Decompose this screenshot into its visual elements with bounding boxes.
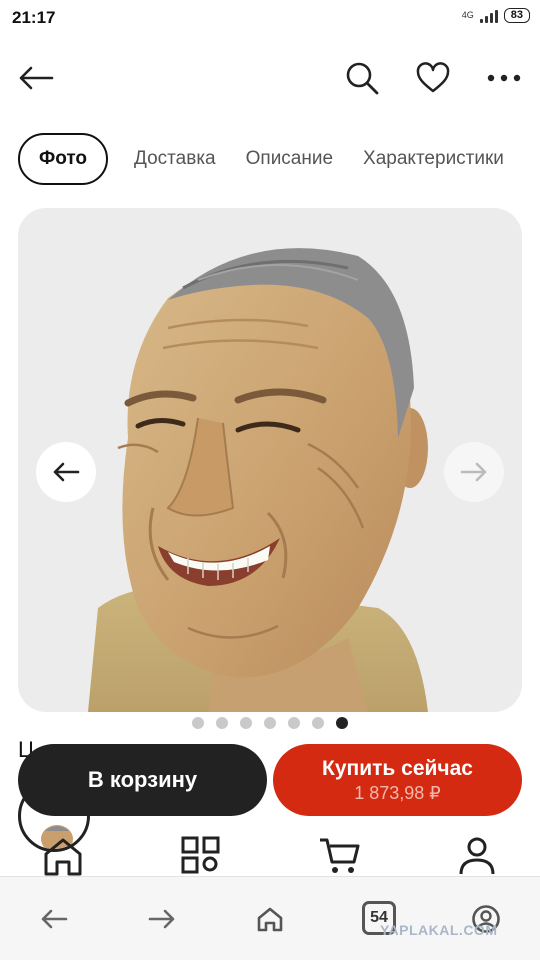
more-dots-icon — [487, 74, 521, 82]
tab-photo[interactable]: Фото — [18, 133, 109, 185]
profile-icon — [459, 837, 495, 875]
pagination-dot[interactable] — [216, 717, 228, 729]
status-indicators: 4G 83 — [462, 8, 530, 23]
arrow-left-icon — [41, 909, 68, 929]
buy-now-label: Купить сейчас — [322, 756, 473, 780]
back-button[interactable] — [14, 56, 58, 100]
arrow-right-icon — [460, 462, 487, 482]
gallery-next-button[interactable] — [444, 442, 504, 502]
tab-description[interactable]: Описание — [242, 148, 337, 170]
gallery-prev-button[interactable] — [36, 442, 96, 502]
app-header — [0, 44, 540, 114]
pagination-dot[interactable] — [264, 717, 276, 729]
browser-home-button[interactable] — [250, 899, 290, 939]
buy-now-button[interactable]: Купить сейчас 1 873,98 ₽ — [273, 744, 522, 816]
pagination-dot-active[interactable] — [336, 717, 348, 729]
catalog-icon — [181, 836, 220, 874]
gallery-pagination — [0, 717, 540, 729]
tab-specifications[interactable]: Характеристики — [359, 148, 508, 170]
section-tabs: Фото Доставка Описание Характеристики — [18, 132, 540, 186]
pagination-dot[interactable] — [288, 717, 300, 729]
add-to-cart-button[interactable]: В корзину — [18, 744, 267, 816]
home-icon — [257, 907, 283, 932]
product-gallery[interactable] — [18, 208, 522, 712]
arrow-left-icon — [19, 66, 54, 90]
buy-now-price: 1 873,98 ₽ — [354, 782, 441, 803]
network-type: 4G — [461, 10, 474, 20]
watermark: YAPLAKAL.COM — [380, 922, 498, 938]
status-time: 21:17 — [12, 8, 56, 27]
pagination-dot[interactable] — [192, 717, 204, 729]
signal-icon — [479, 9, 498, 23]
more-button[interactable] — [482, 56, 526, 100]
app-bottom-nav — [0, 828, 540, 878]
battery-indicator: 83 — [503, 8, 530, 23]
cart-icon — [320, 838, 360, 873]
arrow-right-icon — [148, 909, 175, 929]
search-icon — [346, 62, 379, 95]
favorite-button[interactable] — [411, 56, 455, 100]
arrow-left-icon — [53, 462, 80, 482]
status-bar: 21:17 4G 83 — [0, 0, 540, 36]
browser-forward-button[interactable] — [142, 899, 182, 939]
add-to-cart-label: В корзину — [87, 767, 198, 792]
search-button[interactable] — [340, 56, 384, 100]
pagination-dot[interactable] — [312, 717, 324, 729]
browser-back-button[interactable] — [34, 899, 74, 939]
pagination-dot[interactable] — [240, 717, 252, 729]
browser-toolbar: 54 — [0, 876, 540, 960]
heart-icon — [416, 62, 450, 93]
tab-delivery[interactable]: Доставка — [130, 148, 220, 170]
home-icon — [44, 838, 82, 876]
